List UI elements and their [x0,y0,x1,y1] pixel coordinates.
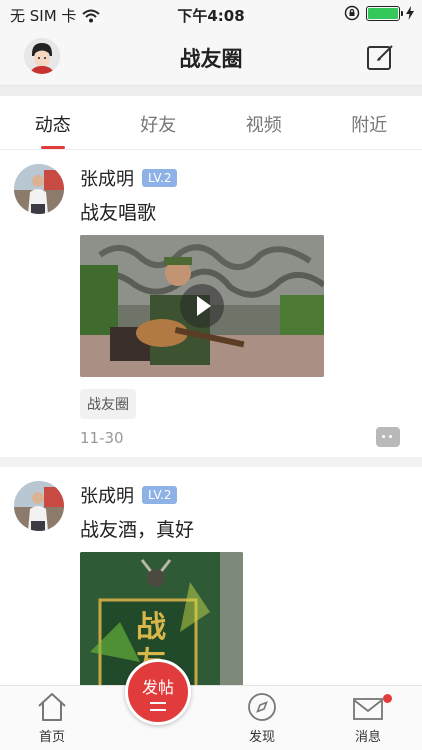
tab-home[interactable]: 首页 [12,686,92,745]
tab-discover[interactable]: 发现 [222,686,302,745]
post-date: 11-30 [80,429,124,447]
header-divider [0,86,422,96]
feed-list[interactable]: 张成明 LV.2 战友唱歌 战友圈 11-30 张成明 LV.2 战友酒，真好 … [0,150,422,685]
author-avatar[interactable] [14,164,64,214]
home-icon-wrap [12,686,92,722]
new-post-button[interactable]: 发帖 [125,659,191,725]
feed-post[interactable]: 张成明 LV.2 战友唱歌 战友圈 11-30 [0,150,422,467]
battery-icon [366,5,403,21]
tab-messages[interactable]: 消息 [328,686,408,745]
feed-post[interactable]: 张成明 LV.2 战友酒，真好 战友 [0,467,422,685]
author-photo [14,481,64,531]
battery-fill [368,7,398,19]
charging-icon [406,6,414,20]
level-badge: LV.2 [142,486,178,504]
tab-dynamics[interactable]: 动态 [0,96,106,149]
tab-nearby[interactable]: 附近 [317,96,422,149]
notification-dot [383,694,392,703]
menu-lines-icon [150,702,166,711]
author-name[interactable]: 张成明 [80,482,134,508]
tab-friends[interactable]: 好友 [106,96,212,149]
post-video[interactable] [80,235,324,377]
post-header: 张成明 LV.2 [80,481,408,509]
new-post-label: 发帖 [141,678,174,697]
home-icon [38,693,66,721]
author-photo [14,164,64,214]
post-body: 张成明 LV.2 战友唱歌 战友圈 11-30 [80,164,408,457]
post-header: 张成明 LV.2 [80,164,408,192]
tab-videos[interactable]: 视频 [211,96,317,149]
mail-icon-wrap [328,686,408,722]
page-title: 战友圈 [179,47,243,71]
author-avatar[interactable] [14,481,64,531]
comment-icon[interactable] [376,427,400,447]
post-text: 战友唱歌 [80,202,157,224]
compose-icon[interactable] [366,42,396,72]
status-right [344,5,414,21]
mail-icon [353,698,383,720]
compass-icon-wrap [222,686,302,722]
post-body: 张成明 LV.2 战友酒，真好 战友 [80,481,408,685]
level-badge: LV.2 [142,169,178,187]
tab-messages-label: 消息 [354,730,381,745]
tab-home-label: 首页 [38,730,65,745]
post-text: 战友酒，真好 [80,519,195,541]
post-meta: 11-30 [80,419,408,457]
compass-icon [248,693,276,721]
nav-bar: 战友圈 [0,30,422,86]
play-icon[interactable] [180,284,224,328]
bottom-tab-bar: 首页 发帖 发现 消息 [0,659,422,750]
status-bar: 无 SIM 卡 下午4:08 [0,0,422,30]
tab-discover-label: 发现 [248,730,275,745]
author-name[interactable]: 张成明 [80,165,134,191]
topic-tag[interactable]: 战友圈 [80,389,136,419]
feed-tabs: 动态 好友 视频 附近 [0,96,422,150]
orientation-lock-icon [344,5,360,21]
